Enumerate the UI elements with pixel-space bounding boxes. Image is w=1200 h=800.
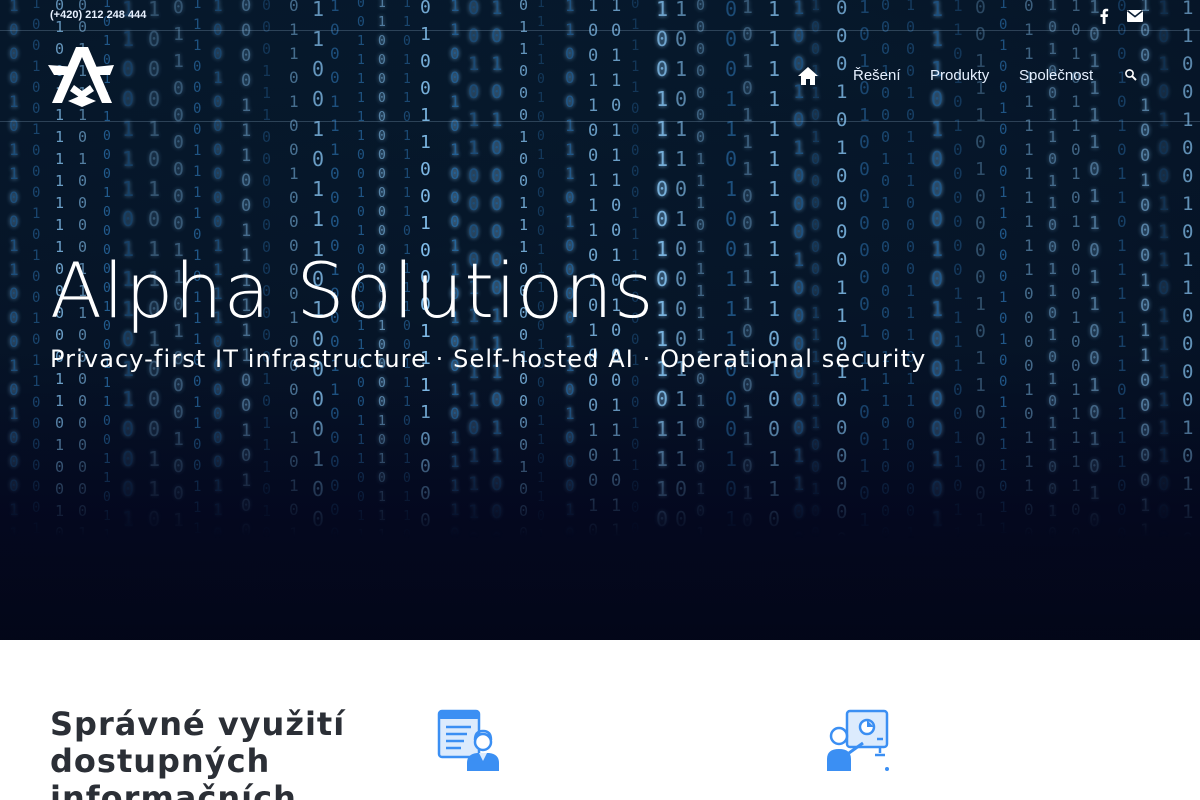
search-icon[interactable] bbox=[1124, 68, 1138, 82]
document-support-icon bbox=[437, 709, 501, 773]
nav-item-spolecnost[interactable]: Společnost bbox=[1019, 67, 1093, 84]
section-title: Správné využití dostupných informačních bbox=[50, 705, 346, 800]
facebook-icon[interactable] bbox=[1094, 6, 1114, 26]
nav-item-reseni[interactable]: Řešení bbox=[853, 67, 901, 84]
top-bar: (+420) 212 248 444 bbox=[0, 0, 1200, 31]
hero-title: Alpha Solutions bbox=[50, 246, 655, 335]
hero-subtitle: Privacy-first IT infrastructure · Self-h… bbox=[50, 345, 927, 373]
mail-icon[interactable] bbox=[1125, 6, 1145, 26]
phone-number[interactable]: (+420) 212 248 444 bbox=[50, 9, 146, 21]
hero-section: 1 0 0 0 1 0 1 1 0 0 1 1 0 0 0 1 0 1 0 0 … bbox=[0, 0, 1200, 640]
home-icon[interactable] bbox=[797, 66, 819, 86]
nav-item-produkty[interactable]: Produkty bbox=[930, 67, 989, 84]
alpha-logo[interactable] bbox=[48, 45, 114, 107]
presentation-analytics-icon bbox=[825, 709, 889, 773]
main-navigation: Řešení Produkty Společnost bbox=[0, 31, 1200, 122]
